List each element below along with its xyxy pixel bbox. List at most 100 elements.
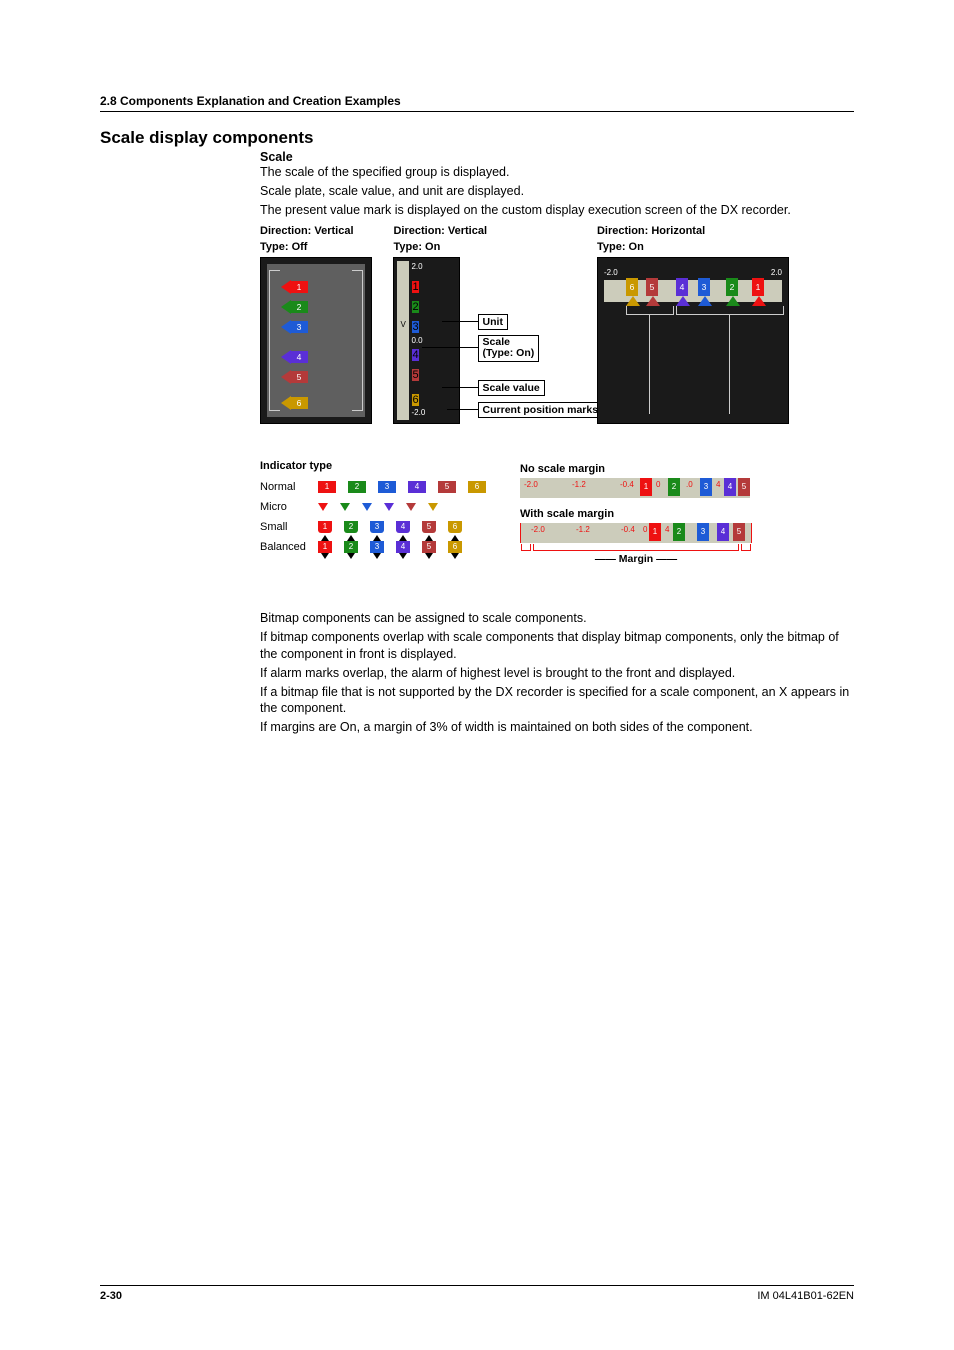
no-margin-val-a: -2.0 — [524, 480, 538, 489]
fig-caption-3b: Type: On — [597, 241, 797, 253]
marker-4: 4 — [676, 278, 688, 296]
indicator-type-table: Normal 1 2 3 4 5 6 Micro Small 1 2 3 4 5… — [260, 478, 486, 556]
marker-2: 2 — [412, 301, 418, 313]
no-margin-val-d: 0 — [656, 480, 660, 489]
with-margin-marker-3: 3 — [697, 523, 709, 541]
scale-vertical-on: 2.0 0.0 -2.0 V 1 2 3 4 5 6 — [393, 257, 460, 424]
body-p4: If a bitmap file that is not supported b… — [260, 684, 854, 718]
body-p1: Bitmap components can be assigned to sca… — [260, 610, 854, 627]
indicator-row-micro: Micro — [260, 501, 318, 513]
margin-figure: No scale margin -2.0 -1.2 -0.4 1 0 2 .0 … — [520, 463, 752, 565]
micro-marker-5 — [406, 503, 416, 511]
scale-value-top: 2.0 — [411, 262, 422, 271]
no-margin-val-c: -0.4 — [620, 480, 634, 489]
marker-5: 5 — [646, 278, 658, 296]
indicator-row-small: Small — [260, 521, 318, 533]
normal-marker-5: 5 — [438, 481, 456, 493]
with-margin-marker-4: 4 — [717, 523, 729, 541]
no-margin-val-b: -1.2 — [572, 480, 586, 489]
with-margin-heading: With scale margin — [520, 508, 752, 520]
normal-marker-6: 6 — [468, 481, 486, 493]
no-margin-val-g: 4 — [716, 480, 720, 489]
fig-caption-1a: Direction: Vertical — [260, 225, 390, 237]
marker-2: 2 — [726, 278, 738, 296]
marker-5: 5 — [290, 371, 308, 383]
scale-horizontal-on: -2.0 2.0 6 5 4 3 2 1 — [597, 257, 789, 424]
scale-unit: V — [400, 320, 405, 329]
fig-caption-2b: Type: On — [393, 241, 593, 253]
small-marker-4: 4 — [396, 521, 410, 533]
micro-marker-2 — [340, 503, 350, 511]
with-margin-val-d: 0 — [643, 525, 647, 534]
balanced-marker-3: 3 — [370, 541, 384, 553]
with-margin-marker-2: 2 — [673, 523, 685, 541]
marker-2: 2 — [290, 301, 308, 313]
scale-vertical-off: 1 2 3 4 5 6 — [260, 257, 372, 424]
balanced-marker-4: 4 — [396, 541, 410, 553]
label-scale: Scale(Type: On) — [478, 335, 540, 362]
marker-6: 6 — [626, 278, 638, 296]
small-marker-5: 5 — [422, 521, 436, 533]
scale-desc-3: The present value mark is displayed on t… — [260, 202, 854, 219]
scale-desc-2: Scale plate, scale value, and unit are d… — [260, 183, 854, 200]
small-marker-1: 1 — [318, 521, 332, 533]
label-unit: Unit — [478, 314, 508, 330]
small-marker-6: 6 — [448, 521, 462, 533]
body-p2: If bitmap components overlap with scale … — [260, 629, 854, 663]
no-margin-marker-2: 2 — [668, 478, 680, 496]
normal-marker-4: 4 — [408, 481, 426, 493]
scale-value-mid: 0.0 — [411, 336, 422, 345]
marker-1: 1 — [752, 278, 764, 296]
no-margin-val-f: .0 — [686, 480, 693, 489]
marker-1: 1 — [412, 281, 418, 293]
with-margin-val-c: -0.4 — [621, 525, 635, 534]
section-header: 2.8 Components Explanation and Creation … — [100, 94, 854, 112]
normal-marker-3: 3 — [378, 481, 396, 493]
h-scale-right: 2.0 — [771, 268, 782, 277]
no-margin-marker-1: 1 — [640, 478, 652, 496]
micro-marker-4 — [384, 503, 394, 511]
balanced-marker-2: 2 — [344, 541, 358, 553]
scale-value-bot: -2.0 — [411, 408, 425, 417]
marker-3: 3 — [290, 321, 308, 333]
no-margin-marker-3: 3 — [700, 478, 712, 496]
scale-heading: Scale — [260, 150, 854, 164]
fig-caption-3a: Direction: Horizontal — [597, 225, 797, 237]
fig-caption-2a: Direction: Vertical — [393, 225, 593, 237]
no-margin-heading: No scale margin — [520, 463, 752, 475]
margin-label: Margin — [619, 553, 653, 565]
marker-4: 4 — [412, 349, 418, 361]
label-scale-value: Scale value — [478, 380, 545, 396]
micro-marker-6 — [428, 503, 438, 511]
no-margin-marker-4: 4 — [724, 478, 736, 496]
callout-labels: Unit Scale(Type: On) Scale value Current… — [472, 257, 577, 422]
h-scale-left: -2.0 — [604, 268, 618, 277]
scale-desc-1: The scale of the specified group is disp… — [260, 164, 854, 181]
with-margin-val-e: 4 — [665, 525, 669, 534]
no-margin-marker-5: 5 — [738, 478, 750, 496]
marker-5: 5 — [412, 369, 418, 381]
indicator-row-normal: Normal — [260, 481, 318, 493]
page-footer: 2-30 IM 04L41B01-62EN — [100, 1285, 854, 1302]
micro-marker-3 — [362, 503, 372, 511]
indicator-row-balanced: Balanced — [260, 541, 318, 553]
marker-4: 4 — [290, 351, 308, 363]
with-margin-marker-5: 5 — [733, 523, 745, 541]
fig-caption-1b: Type: Off — [260, 241, 390, 253]
no-margin-scale: -2.0 -1.2 -0.4 1 0 2 .0 3 4 4 5 — [520, 478, 750, 498]
with-margin-scale: -2.0 -1.2 -0.4 0 1 4 2 3 4 5 — [520, 523, 752, 543]
body-p3: If alarm marks overlap, the alarm of hig… — [260, 665, 854, 682]
doc-id: IM 04L41B01-62EN — [757, 1290, 854, 1302]
with-margin-val-a: -2.0 — [531, 525, 545, 534]
balanced-marker-6: 6 — [448, 541, 462, 553]
body-p5: If margins are On, a margin of 3% of wid… — [260, 719, 854, 736]
scale-figure: Direction: Vertical Type: Off 1 2 3 4 5 … — [260, 225, 854, 424]
normal-marker-2: 2 — [348, 481, 366, 493]
small-marker-2: 2 — [344, 521, 358, 533]
balanced-marker-5: 5 — [422, 541, 436, 553]
marker-6: 6 — [412, 394, 418, 406]
with-margin-marker-1: 1 — [649, 523, 661, 541]
label-position-marks: Current position marks — [478, 402, 604, 418]
page-title: Scale display components — [100, 128, 314, 148]
marker-1: 1 — [290, 281, 308, 293]
